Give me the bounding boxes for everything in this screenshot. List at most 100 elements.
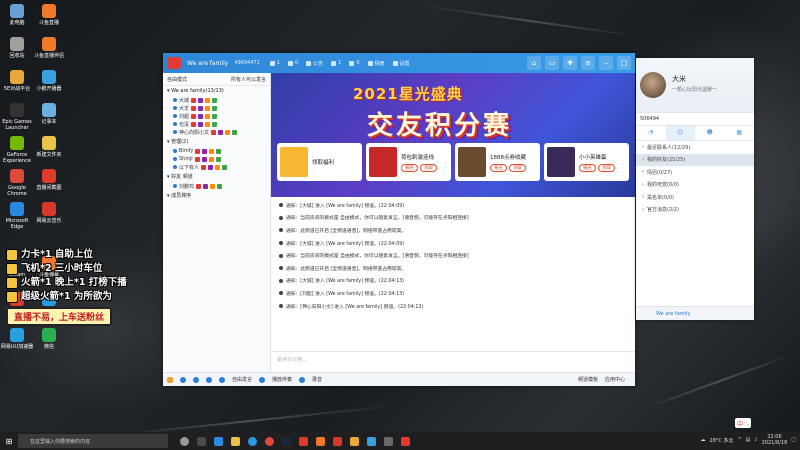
windows-start-icon[interactable]: ⊞	[0, 432, 18, 450]
tab-friends[interactable]: ☺	[665, 126, 695, 140]
video-icon[interactable]: ▭	[545, 56, 559, 70]
toolbar-button[interactable]: 公告	[306, 60, 323, 67]
banner-card[interactable]: 荷包刺激连线 报名 领取	[366, 143, 451, 181]
taskbar-search[interactable]: 在这里输入你要搜索的内容	[18, 434, 168, 448]
member-row[interactable]: 刘超	[163, 112, 270, 120]
desktop-icon[interactable]: 小鹅开播器	[32, 70, 66, 92]
mic-icon[interactable]	[193, 376, 199, 383]
member-row[interactable]: 神心向阳小文	[163, 128, 270, 136]
douyu-taskbar-icon[interactable]	[316, 436, 325, 446]
avatar-icon[interactable]	[167, 376, 173, 383]
desktop-icon[interactable]: 5E对战平台	[0, 70, 34, 92]
desktop-icon[interactable]: 斗鱼直播	[32, 4, 66, 26]
friend-group-item[interactable]: › 情侣(0/27)	[636, 166, 754, 179]
play-accompaniment-button[interactable]: 播放伴奏	[272, 376, 292, 383]
friend-search[interactable]: 506494	[636, 112, 754, 126]
member-row[interactable]: 也没	[163, 120, 270, 128]
wegame-taskbar-icon[interactable]	[299, 436, 308, 446]
speaker-icon[interactable]	[180, 376, 186, 383]
app-taskbar-icon[interactable]	[350, 436, 359, 446]
toolbar-button[interactable]: 0	[287, 60, 298, 66]
input-method-indicator[interactable]: 中 ·,	[735, 418, 751, 428]
gamepad-icon[interactable]: ✚	[563, 56, 577, 70]
desktop-icon[interactable]: GeForce Experience	[0, 136, 34, 164]
headset-icon[interactable]	[206, 376, 212, 383]
avatar[interactable]	[640, 72, 666, 98]
app-taskbar-icon[interactable]	[367, 436, 376, 446]
member-row[interactable]: 刘鹏鸡	[163, 182, 270, 190]
channel-template-button[interactable]: 频道模板	[578, 376, 598, 383]
card-claim-button[interactable]: 领取	[509, 163, 526, 172]
toolbar-button[interactable]: 1	[331, 60, 341, 66]
notification-icon[interactable]: ▢	[791, 437, 796, 443]
friend-group-item[interactable]: › 黑名单(0/0)	[636, 191, 754, 204]
record-button[interactable]: 录音	[312, 376, 322, 383]
tab-sessions[interactable]: ◔	[636, 126, 666, 140]
tab-groups[interactable]: ☻	[695, 126, 725, 140]
free-talk-button[interactable]: 自由发言	[232, 376, 252, 383]
clock[interactable]: 22:06 2021/8/18	[762, 434, 788, 446]
toolbar-button[interactable]: 1	[269, 60, 280, 66]
card-claim-button[interactable]: 领取	[598, 163, 615, 172]
event-banner[interactable]: 2021星光盛典 交友积分赛 领取福利 荷包刺激连线 报名 领取 1888点券收藏 报名领…	[271, 73, 635, 197]
desktop-icon[interactable]: 此电脑	[0, 4, 34, 26]
desktop-icon[interactable]: 新建文件夹	[32, 136, 66, 158]
desktop-icon[interactable]: 网易云音乐	[32, 202, 66, 224]
desktop-icon[interactable]: Epic Games Launcher	[0, 103, 34, 131]
app-taskbar-icon[interactable]	[401, 436, 410, 446]
toolbar-button[interactable]: 0	[349, 60, 360, 66]
mode-selector[interactable]: 自由模式	[167, 76, 187, 83]
app-center-button[interactable]: 应用中心	[605, 376, 625, 383]
card-claim-button[interactable]: 领取	[420, 163, 437, 172]
task-view-icon[interactable]	[180, 436, 189, 446]
desktop-icon[interactable]: 回收站	[0, 37, 34, 59]
steam-taskbar-icon[interactable]	[282, 436, 291, 446]
app-taskbar-icon[interactable]	[384, 436, 393, 446]
toolbar-button[interactable]: 相册	[367, 60, 385, 67]
toolbar-button[interactable]: 设置	[392, 60, 410, 67]
qq-taskbar-icon[interactable]	[248, 436, 257, 446]
card-signup-button[interactable]: 报名	[401, 163, 418, 172]
banner-card[interactable]: 1888点券收藏 报名 领取	[455, 143, 540, 181]
music-taskbar-icon[interactable]	[333, 436, 342, 446]
friend-group-item[interactable]: › 最近联系人(12/29)	[636, 141, 754, 154]
member-row[interactable]: 以下有人	[163, 163, 270, 171]
member-row[interactable]: Bimfy	[163, 147, 270, 155]
member-row[interactable]: 大羊	[163, 104, 270, 112]
network-icon[interactable]: ▤	[746, 437, 751, 443]
member-row[interactable]: Shinji	[163, 155, 270, 163]
weather-text[interactable]: 28°C 多云	[710, 437, 734, 444]
group-header[interactable]: ▾ We are family(13/13)	[163, 86, 270, 96]
card-signup-button[interactable]: 报名	[490, 163, 507, 172]
banner-card[interactable]: 小小英雄蛋 报名 领取	[544, 143, 629, 181]
tray-arrow-icon[interactable]: ^	[737, 437, 741, 443]
current-channel-label[interactable]: We are family	[656, 311, 690, 317]
group-header[interactable]: ▾ 成员排序	[163, 190, 270, 201]
tab-apps[interactable]: ▦	[725, 126, 755, 140]
desktop-icon[interactable]: 微信	[32, 328, 66, 350]
friend-group-item[interactable]: › 官方消息(2/2)	[636, 204, 754, 217]
group-header[interactable]: ▾ 好友 频道	[163, 171, 270, 182]
desktop-icon[interactable]: 网易UU加速器	[0, 328, 34, 350]
volume-icon[interactable]: ♪	[754, 437, 757, 443]
edge-taskbar-icon[interactable]	[214, 436, 223, 446]
desktop-icon[interactable]: 记事本	[32, 103, 66, 125]
card-signup-button[interactable]: 报名	[579, 163, 596, 172]
menu-icon[interactable]: ≡	[581, 56, 595, 70]
banner-card[interactable]: 领取福利	[277, 143, 362, 181]
chrome-taskbar-icon[interactable]	[265, 436, 274, 446]
friend-group-item[interactable]: › 我的好友(25/25)	[636, 153, 754, 166]
chat-input[interactable]: 说点什么吧...	[271, 351, 635, 367]
explorer-taskbar-icon[interactable]	[231, 436, 240, 446]
member-row[interactable]: 大城	[163, 96, 270, 104]
desktop-icon[interactable]: 斗鱼直播伴侣	[32, 37, 66, 59]
desktop-icon[interactable]: 直播间截图	[32, 169, 66, 191]
desktop-icon[interactable]: Microsoft Edge	[0, 202, 34, 230]
friend-group-item[interactable]: › 我的死党(0/0)	[636, 179, 754, 192]
desktop-icon[interactable]: Google Chrome	[0, 169, 34, 197]
group-header[interactable]: ▾ 管理(2)	[163, 136, 270, 147]
home-icon[interactable]: ⌂	[527, 56, 541, 70]
maximize-icon[interactable]: □	[617, 56, 631, 70]
profile-signature[interactable]: 一颗心比阳光温暖一	[672, 86, 717, 93]
window-titlebar[interactable]: We are family 49604471 1 0 公告 1 0 相册 设置 …	[163, 53, 635, 73]
